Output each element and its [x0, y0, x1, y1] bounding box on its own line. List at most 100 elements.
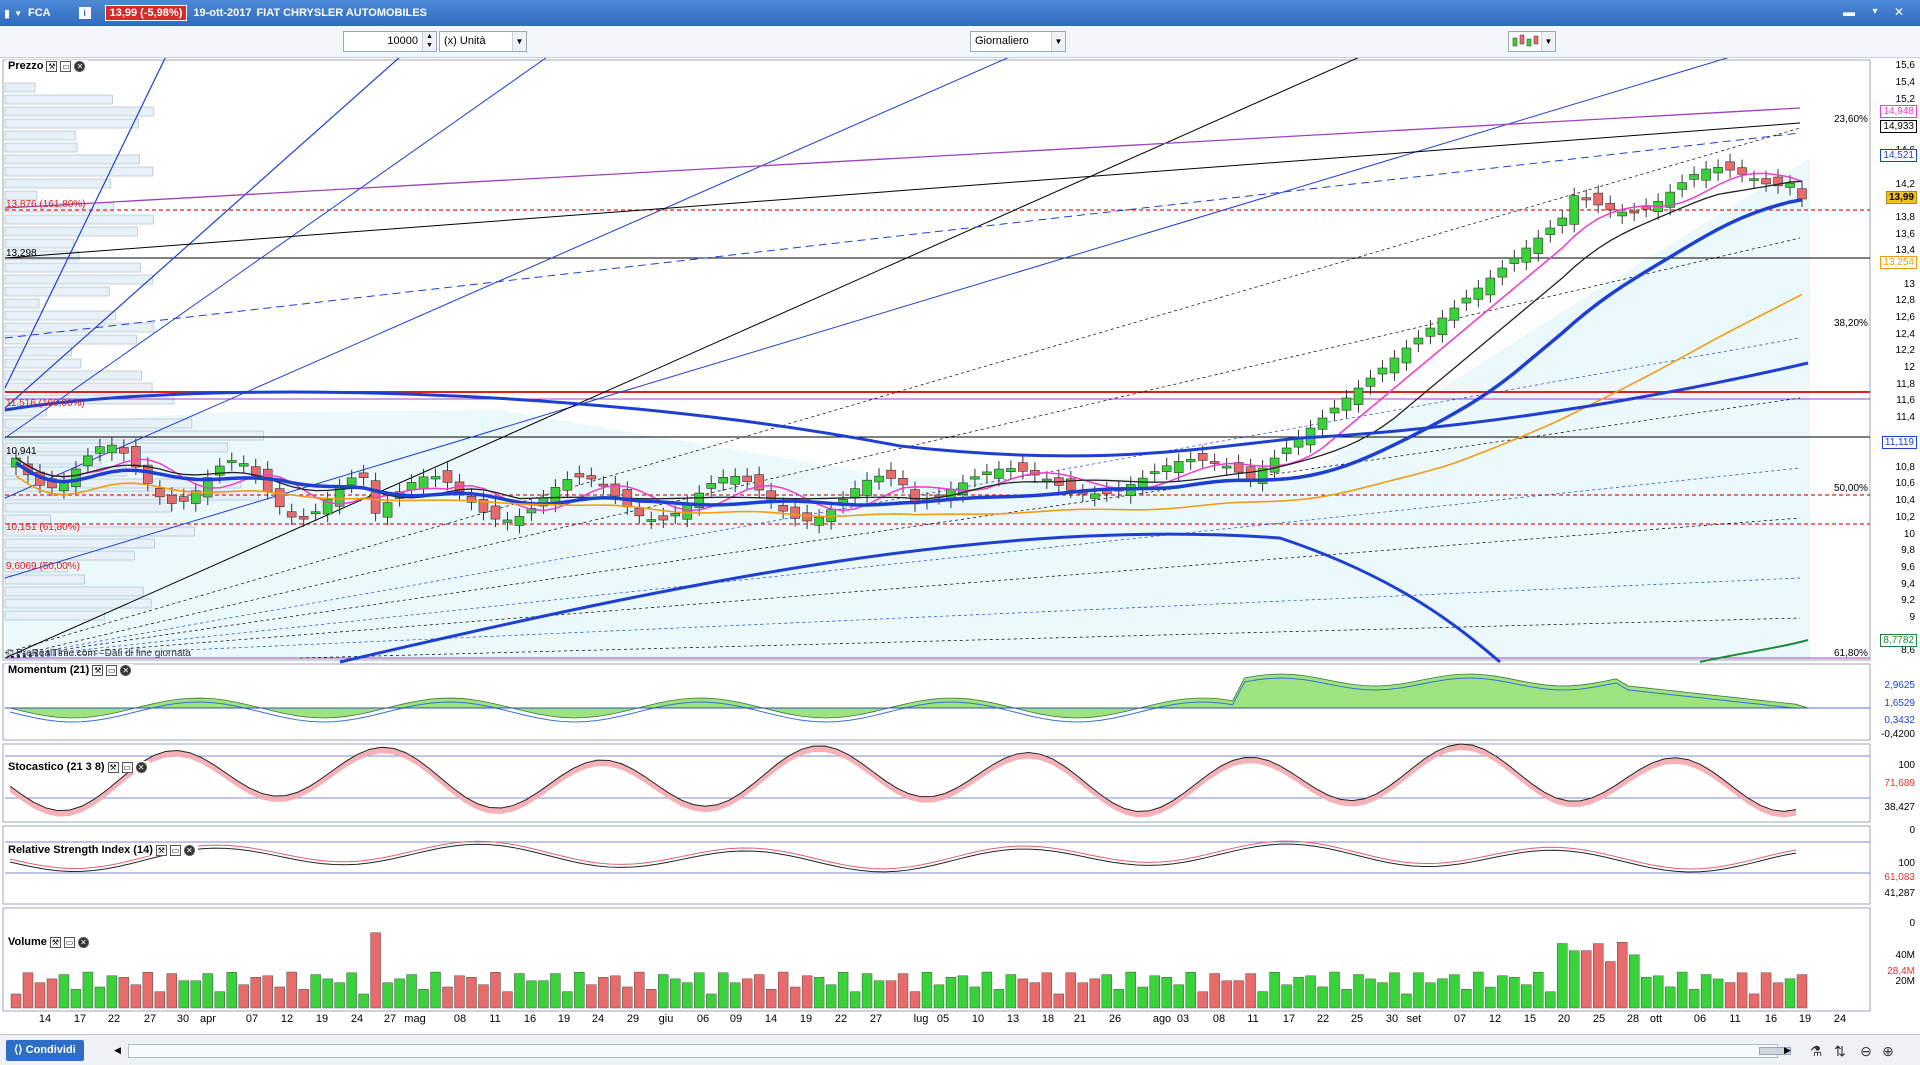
x-axis-label: 16 [523, 1013, 537, 1025]
scroll-left-icon[interactable]: ◀ [114, 1045, 121, 1056]
volume-bar [646, 989, 657, 1009]
volume-profile-bar [4, 322, 155, 333]
chart-type-select[interactable]: ▼ [1508, 31, 1556, 52]
candle-body [1749, 178, 1759, 181]
x-axis-label: 21 [1073, 1013, 1087, 1025]
candle-body [682, 503, 693, 520]
chart-area[interactable] [0, 58, 1920, 1033]
volume-bar [238, 984, 249, 1009]
volume-bar [514, 973, 525, 1009]
level-label: 9,6069 (50,00%) [6, 561, 80, 572]
x-axis-label: 10 [971, 1013, 985, 1025]
volume-profile-bar [4, 154, 140, 165]
volume-bar [526, 980, 537, 1009]
candle-body [1797, 188, 1807, 200]
zoom-out-icon[interactable]: ⊖ [1856, 1041, 1876, 1061]
window-icon[interactable]: ▭ [121, 761, 133, 773]
x-axis-label: 16 [1764, 1013, 1778, 1025]
period-select[interactable]: Giornaliero ▼ [970, 31, 1066, 52]
candle-body [490, 505, 501, 520]
wrench-icon[interactable]: ⚒ [155, 844, 167, 856]
close-icon[interactable]: ✕ [183, 844, 195, 856]
dropdown-icon[interactable]: ▼ [14, 9, 22, 18]
volume-bar [1760, 972, 1772, 1009]
level-label: 11,516 (100,00%) [6, 398, 85, 409]
minimize-button[interactable]: ▬ [1840, 4, 1858, 20]
unit-select[interactable]: (x) Unità ▼ [439, 31, 527, 52]
wrench-icon[interactable]: ⚒ [92, 664, 104, 676]
window-icon[interactable]: ▭ [106, 664, 118, 676]
close-button[interactable]: ✕ [1890, 4, 1908, 20]
volume-panel-title: Volume [8, 936, 47, 948]
scroll-right-icon[interactable]: ▶ [1784, 1045, 1791, 1056]
volume-bar [801, 975, 813, 1009]
volume-bar [969, 986, 981, 1009]
quantity-stepper[interactable]: ▲ ▼ [422, 32, 436, 51]
price-axis-label: 15,2 [1895, 94, 1915, 105]
volume-bar [1521, 984, 1532, 1009]
price-axis-label: 13,4 [1895, 245, 1915, 256]
close-icon[interactable]: ✕ [74, 60, 86, 72]
bottom-bar: ⟨⟩ Condividi ◀ ▶ ⚗ ⇅ ⊖ ⊕ [0, 1034, 1920, 1065]
volume-bar [1473, 971, 1484, 1009]
x-axis-label: 08 [453, 1013, 467, 1025]
maximize-button[interactable]: ▾ [1866, 4, 1884, 20]
candle-body [155, 487, 165, 498]
stochastic-axis-label: 100 [1898, 760, 1915, 771]
volume-bar [1293, 976, 1304, 1009]
window-icon[interactable]: ▭ [63, 936, 75, 948]
volume-bar [885, 980, 897, 1009]
volume-bar [1497, 975, 1508, 1009]
candle-body [1473, 287, 1484, 300]
wrench-icon[interactable]: ⚒ [107, 761, 119, 773]
volume-bar [1317, 986, 1328, 1009]
volume-bar [1113, 989, 1124, 1009]
time-scrollbar[interactable] [128, 1044, 1791, 1058]
volume-bar [1041, 972, 1053, 1009]
ma-long-badge: 11,119 [1881, 436, 1917, 449]
volume-bar [1341, 989, 1352, 1009]
x-axis-label: 12 [1488, 1013, 1502, 1025]
price-axis-label: 9,8 [1901, 545, 1915, 556]
volume-bar [1233, 980, 1244, 1009]
volume-bar [34, 982, 46, 1009]
x-axis-label: apr [200, 1013, 216, 1025]
price-axis-label: 13 [1903, 279, 1915, 290]
volume-bar [1652, 975, 1664, 1009]
volume-bar [382, 982, 393, 1009]
chart-icon[interactable]: ▮ [4, 7, 10, 20]
info-icon[interactable]: i [78, 7, 91, 19]
share-button[interactable]: ⟨⟩ Condividi [6, 1040, 84, 1061]
level-label: 13,298 [6, 248, 37, 259]
window-icon[interactable]: ▭ [169, 844, 181, 856]
stochastic-panel-label: Stocastico (21 3 8) ⚒ ▭ ✕ [5, 761, 150, 773]
x-axis-label: 08 [1212, 1013, 1226, 1025]
candle-body [1006, 468, 1016, 472]
volume-bar [730, 982, 741, 1009]
volume-bar [1736, 972, 1748, 1009]
zoom-in-icon[interactable]: ⊕ [1878, 1041, 1898, 1061]
volume-bar [670, 978, 681, 1009]
momentum-axis-label: 2,9625 [1884, 680, 1915, 691]
symbol-label[interactable]: FCA [28, 7, 51, 19]
volume-bar [262, 975, 273, 1009]
close-icon[interactable]: ✕ [120, 664, 132, 676]
indicator-icon[interactable]: ⚗ [1806, 1041, 1826, 1061]
volume-bar [1461, 988, 1472, 1009]
wrench-icon[interactable]: ⚒ [49, 936, 61, 948]
volume-bar [1077, 982, 1089, 1009]
wrench-icon[interactable]: ⚒ [46, 60, 58, 72]
candle-body [1713, 167, 1723, 174]
volume-bar [1005, 974, 1017, 1009]
scale-icon[interactable]: ⇅ [1830, 1041, 1850, 1061]
close-icon[interactable]: ✕ [135, 761, 147, 773]
volume-bar [682, 982, 693, 1009]
window-icon[interactable]: ▭ [60, 60, 72, 72]
candle-body [298, 516, 309, 520]
x-axis-label: 22 [834, 1013, 848, 1025]
candle-body [1173, 461, 1184, 474]
volume-profile-bar [4, 214, 154, 225]
quantity-input[interactable]: 10000 ▲ ▼ [343, 31, 437, 52]
close-icon[interactable]: ✕ [77, 936, 89, 948]
watermark: © ProRealTime.com - Dati di fine giornat… [6, 648, 191, 659]
